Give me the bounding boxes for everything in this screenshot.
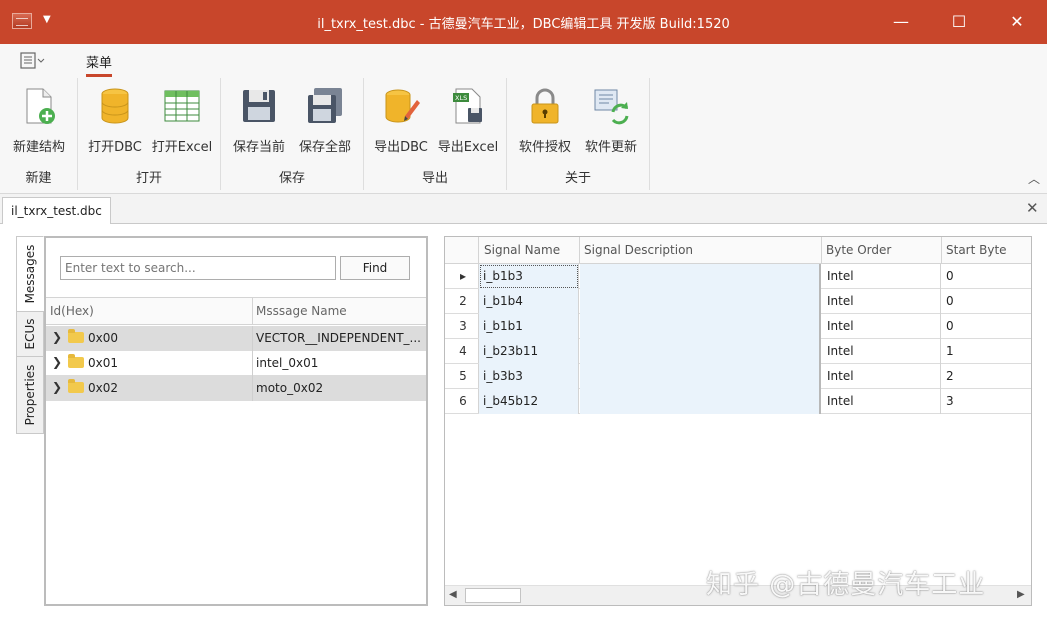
- export-excel-button[interactable]: XLS 导出Excel: [436, 82, 500, 155]
- signal-row[interactable]: 2 i_b1b4 Intel 0: [445, 289, 1031, 314]
- lock-icon: [531, 88, 559, 124]
- collapse-ribbon-icon[interactable]: ︿: [1028, 170, 1040, 187]
- document-tab-bar: il_txrx_test.dbc ✕: [0, 194, 1047, 225]
- column-header-signal-description[interactable]: Signal Description: [584, 243, 693, 257]
- floppy-all-icon: [308, 88, 342, 123]
- scroll-left-icon[interactable]: ◀: [449, 589, 457, 600]
- title-bar: ▼ il_txrx_test.dbc - 古德曼汽车工业，DBC编辑工具 开发版…: [0, 0, 1047, 44]
- license-button[interactable]: 软件授权: [513, 82, 577, 155]
- expand-icon[interactable]: ❯: [52, 355, 62, 369]
- open-dbc-button[interactable]: 打开DBC: [83, 82, 147, 155]
- column-header-message-name[interactable]: Msssage Name: [256, 304, 347, 318]
- expand-icon[interactable]: ❯: [52, 380, 62, 394]
- search-input[interactable]: [60, 256, 336, 280]
- ribbon-group-save: 保存当前 保存全部 保存: [221, 78, 364, 190]
- new-structure-icon: [26, 88, 55, 124]
- scroll-right-icon[interactable]: ▶: [1017, 589, 1025, 600]
- spreadsheet-icon: [164, 90, 200, 122]
- column-header-byte-order[interactable]: Byte Order: [826, 243, 891, 257]
- document-tab[interactable]: il_txrx_test.dbc: [2, 197, 111, 225]
- ribbon-group-export: 导出DBC XLS 导出Excel 导出: [364, 78, 507, 190]
- current-row-icon: ▸: [459, 269, 467, 283]
- find-button[interactable]: Find: [340, 256, 410, 280]
- signals-panel: Signal Name Signal Description Byte Orde…: [444, 236, 1032, 606]
- signal-row[interactable]: 4 i_b23b11 Intel 1: [445, 339, 1031, 364]
- new-structure-button[interactable]: 新建结构: [7, 82, 71, 155]
- message-row[interactable]: ❯ 0x00 VECTOR__INDEPENDENT_...: [46, 326, 426, 351]
- message-row[interactable]: ❯ 0x02 moto_0x02: [46, 376, 426, 401]
- column-header-id[interactable]: Id(Hex): [50, 304, 94, 318]
- floppy-icon: [243, 90, 275, 122]
- signal-row[interactable]: 6 i_b45b12 Intel 3: [445, 389, 1031, 414]
- open-excel-button[interactable]: 打开Excel: [150, 82, 214, 155]
- export-xls-icon: XLS: [453, 88, 482, 124]
- database-icon: [101, 88, 129, 124]
- main-content: Messages ECUs Properties Find Id(Hex) Ms…: [0, 224, 1047, 622]
- ribbon: 菜单 新建结构 新建 打开DBC 打开Excel 打开 保存当前 保存全部 保存: [0, 44, 1047, 194]
- update-button[interactable]: 软件更新: [579, 82, 643, 155]
- folder-icon: [68, 379, 84, 393]
- export-dbc-button[interactable]: 导出DBC: [369, 82, 433, 155]
- side-tabs: Messages ECUs Properties: [16, 236, 44, 434]
- tab-properties[interactable]: Properties: [16, 356, 44, 434]
- svg-text:XLS: XLS: [455, 94, 467, 102]
- signal-row[interactable]: 3 i_b1b1 Intel 0: [445, 314, 1031, 339]
- save-current-button[interactable]: 保存当前: [227, 82, 291, 155]
- tab-ecus[interactable]: ECUs: [16, 311, 44, 357]
- ribbon-group-about: 软件授权 软件更新 关于: [507, 78, 650, 190]
- expand-icon[interactable]: ❯: [52, 330, 62, 344]
- messages-grid-header: Id(Hex) Msssage Name: [46, 297, 426, 325]
- folder-icon: [68, 329, 84, 343]
- folder-icon: [68, 354, 84, 368]
- column-header-start-byte[interactable]: Start Byte: [946, 243, 1007, 257]
- minimize-button[interactable]: —: [878, 8, 924, 36]
- tab-messages[interactable]: Messages: [16, 236, 44, 312]
- tab-menu[interactable]: 菜单: [86, 52, 113, 77]
- close-document-icon[interactable]: ✕: [1026, 199, 1039, 217]
- app-menu-icon[interactable]: [20, 52, 48, 70]
- ribbon-group-open: 打开DBC 打开Excel 打开: [78, 78, 221, 190]
- signals-grid-header: Signal Name Signal Description Byte Orde…: [445, 237, 1031, 264]
- maximize-button[interactable]: ☐: [936, 8, 982, 36]
- update-icon: [594, 89, 629, 125]
- signal-row[interactable]: 5 i_b3b3 Intel 2: [445, 364, 1031, 389]
- column-header-signal-name[interactable]: Signal Name: [484, 243, 560, 257]
- signal-row[interactable]: ▸ i_b1b3 Intel 0: [445, 264, 1031, 289]
- save-all-button[interactable]: 保存全部: [293, 82, 357, 155]
- scrollbar-thumb[interactable]: [465, 588, 521, 603]
- close-button[interactable]: ✕: [994, 8, 1040, 36]
- ribbon-group-new: 新建结构 新建: [0, 78, 78, 190]
- export-db-icon: [385, 89, 420, 123]
- message-row[interactable]: ❯ 0x01 intel_0x01: [46, 351, 426, 376]
- messages-panel: Find Id(Hex) Msssage Name ❯ 0x00 VECTOR_…: [44, 236, 428, 606]
- watermark: 知乎 @古德曼汽车工业: [706, 570, 986, 600]
